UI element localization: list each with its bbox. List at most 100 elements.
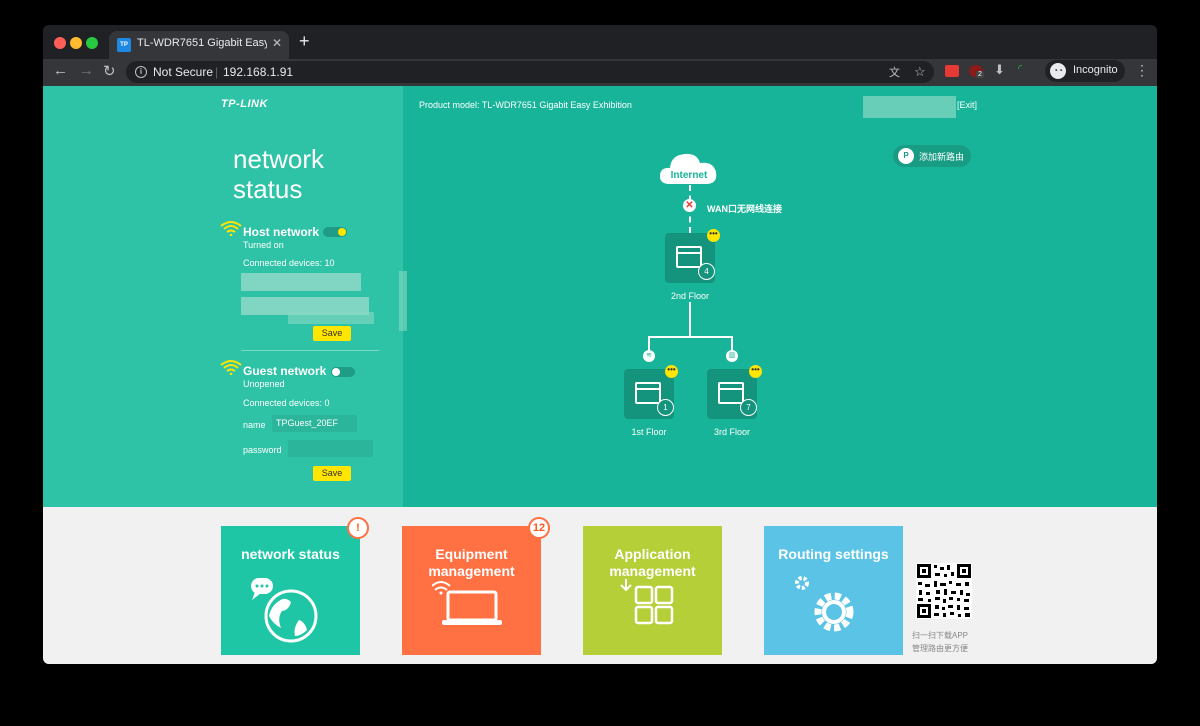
host-name-field-blurred[interactable]: [241, 273, 361, 291]
router-icon: [718, 382, 744, 404]
incognito-indicator[interactable]: ◔◔ Incognito: [1045, 60, 1125, 82]
download-icon[interactable]: ⬇: [994, 62, 1005, 78]
browser-toolbar: ← → ↻ i Not Secure | 192.168.1.91 文 ☆ 2 …: [43, 59, 1157, 86]
tile-title: network status: [241, 546, 340, 562]
topology-line: [731, 336, 733, 350]
tp-link-logo: TP-LINK: [221, 98, 268, 110]
alert-badge: !: [347, 517, 369, 539]
url-text[interactable]: 192.168.1.91: [223, 65, 293, 79]
tab-title: TL-WDR7651 Gigabit Easy Exhibition: [137, 37, 267, 49]
separator: |: [215, 65, 219, 79]
laptop-wifi-icon: [432, 581, 502, 625]
router-icon: [635, 382, 661, 404]
minimize-window-icon[interactable]: [70, 37, 82, 49]
wired-link-icon: ▥: [726, 350, 738, 362]
incognito-icon: ◔◔: [1050, 63, 1066, 79]
tile-routing-settings[interactable]: Routing settings: [764, 526, 903, 655]
wan-status: WAN口无网线连接: [707, 204, 782, 214]
guest-connected-devices: Connected devices: 0: [243, 398, 330, 408]
network-status-panel: TP-LINK network status Host network Turn…: [43, 86, 407, 507]
extension-red-icon[interactable]: [945, 65, 959, 77]
host-network-state: Turned on: [243, 240, 284, 250]
add-router-label: 添加新路由: [919, 152, 965, 162]
guest-network-toggle[interactable]: [331, 367, 355, 377]
guest-wifi-icon: [220, 360, 242, 375]
panel-title-line2: status: [233, 174, 303, 204]
more-options-icon[interactable]: •••: [749, 365, 762, 378]
back-icon[interactable]: ←: [53, 62, 68, 79]
router-2nd-floor-label: 2nd Floor: [670, 291, 710, 301]
browser-tab[interactable]: TP TL-WDR7651 Gigabit Easy Exhibition ✕: [109, 31, 289, 59]
guest-name-field[interactable]: TPGuest_20EF: [272, 415, 357, 432]
router-2nd-floor[interactable]: 4: [665, 233, 715, 283]
bookmark-star-icon[interactable]: ☆: [914, 64, 926, 80]
topology-line: [689, 302, 691, 337]
new-tab-icon[interactable]: +: [299, 31, 310, 52]
device-count-badge: 4: [698, 263, 715, 280]
guest-password-label: password: [243, 445, 282, 455]
tile-title: Equipment management: [428, 546, 515, 579]
qr-code-icon: [916, 563, 972, 619]
globe-chat-icon: [251, 578, 318, 643]
security-label[interactable]: Not Secure: [153, 65, 213, 79]
product-model: Product model: TL-WDR7651 Gigabit Easy E…: [419, 100, 632, 110]
count-badge: 12: [528, 517, 550, 539]
panel-title: network status: [233, 144, 363, 204]
loading-icon[interactable]: ◜: [1018, 62, 1022, 75]
browser-menu-icon[interactable]: ⋮: [1135, 62, 1149, 79]
panel-divider: [241, 350, 379, 351]
exit-link[interactable]: [Exit]: [957, 100, 977, 110]
close-window-icon[interactable]: [54, 37, 66, 49]
forward-icon[interactable]: →: [79, 62, 94, 79]
router-icon: [676, 246, 702, 268]
topology-line: [648, 336, 650, 350]
host-toggle-knob: [338, 228, 346, 236]
host-save-button[interactable]: Save: [313, 326, 351, 341]
guest-name-label: name: [243, 420, 266, 430]
reload-icon[interactable]: ↻: [103, 62, 116, 80]
browser-window: TP TL-WDR7651 Gigabit Easy Exhibition ✕ …: [43, 25, 1157, 664]
host-wifi-icon: [220, 221, 242, 236]
tile-title: Routing settings: [778, 546, 889, 562]
address-bar[interactable]: i Not Secure | 192.168.1.91 文 ☆: [126, 61, 934, 83]
blurred-region: [288, 312, 374, 324]
incognito-label: Incognito: [1073, 64, 1118, 76]
guest-password-field[interactable]: [288, 440, 373, 457]
ublock-icon[interactable]: 2: [969, 65, 984, 78]
panel-title-line1: network: [233, 144, 325, 174]
maximize-window-icon[interactable]: [86, 37, 98, 49]
add-router-button[interactable]: P 添加新路由: [893, 145, 971, 167]
topology-line: [648, 336, 732, 338]
tab-favicon-icon: TP: [117, 38, 131, 52]
tab-close-icon[interactable]: ✕: [272, 36, 282, 50]
router-1st-floor-label: 1st Floor: [631, 427, 667, 437]
tile-title: Application management: [609, 546, 696, 579]
guest-toggle-knob: [332, 368, 340, 376]
router-page: TP-LINK network status Host network Turn…: [43, 86, 1157, 664]
device-count-badge: 7: [740, 399, 757, 416]
router-3rd-floor[interactable]: 7: [707, 369, 757, 419]
disconnected-icon: ✕: [683, 199, 696, 212]
extension-badge: 2: [976, 71, 984, 78]
tab-strip: TP TL-WDR7651 Gigabit Easy Exhibition ✕ …: [43, 25, 1157, 59]
app-promo-line1: 扫一扫下载APP: [912, 631, 969, 640]
blurred-username: [863, 96, 956, 118]
app-promo-line2: 管理路由更方便: [912, 644, 968, 653]
tile-network-status[interactable]: network status !: [221, 517, 369, 655]
guest-save-button[interactable]: Save: [313, 466, 351, 481]
internet-label: Internet: [670, 170, 708, 181]
translate-icon[interactable]: 文: [889, 64, 900, 80]
tile-application-management[interactable]: Application management: [583, 526, 722, 655]
more-options-icon[interactable]: •••: [665, 365, 678, 378]
info-icon[interactable]: i: [135, 66, 147, 78]
more-options-icon[interactable]: •••: [707, 229, 720, 242]
bottom-nav: network status ! Equipment management 12…: [43, 507, 1157, 664]
device-count-badge: 1: [657, 399, 674, 416]
gear-icon: [795, 576, 854, 632]
host-network-name: Host network: [243, 225, 320, 239]
host-network-toggle[interactable]: [323, 227, 347, 237]
router-3rd-floor-label: 3rd Floor: [713, 427, 750, 437]
tile-equipment-management[interactable]: Equipment management 12: [402, 517, 550, 655]
wireless-link-icon: ≋: [643, 350, 655, 362]
blurred-edge: [399, 271, 407, 331]
